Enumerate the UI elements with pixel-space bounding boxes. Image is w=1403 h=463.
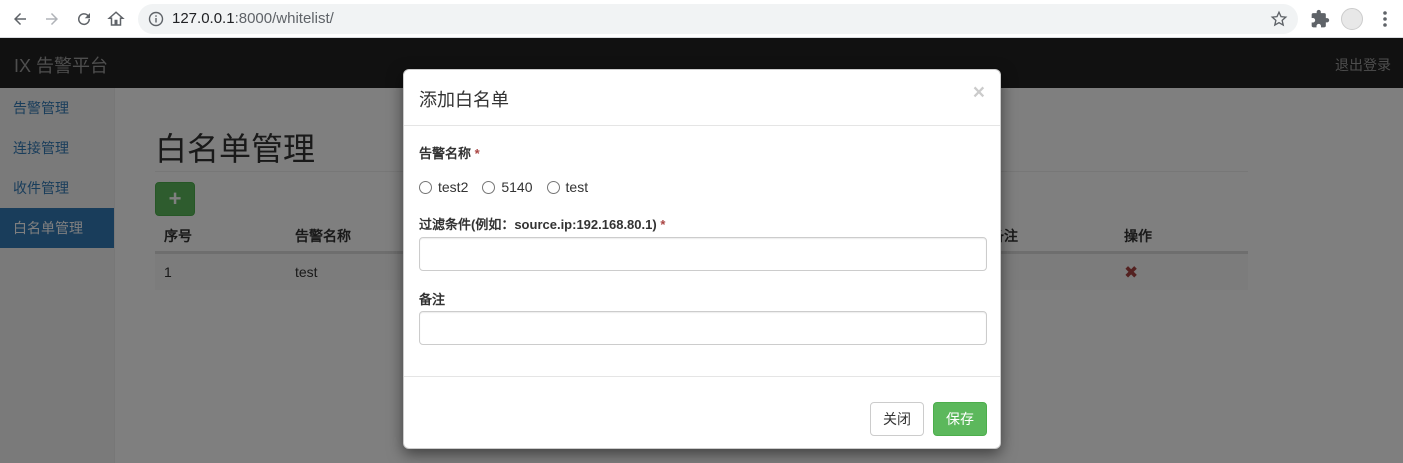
info-icon[interactable]	[148, 11, 164, 27]
forward-icon[interactable]	[40, 7, 64, 31]
modal-header: 添加白名单 ×	[404, 70, 1000, 126]
url-text: 127.0.0.1:8000/whitelist/	[172, 10, 334, 27]
save-button[interactable]: 保存	[933, 402, 987, 436]
radio-label-5140[interactable]: 5140	[501, 179, 532, 195]
filter-label: 过滤条件(例如：source.ip:192.168.80.1) *	[419, 217, 666, 232]
back-icon[interactable]	[8, 7, 32, 31]
remark-input[interactable]	[419, 311, 987, 345]
radio-test[interactable]	[546, 180, 560, 194]
menu-icon[interactable]	[1380, 9, 1390, 29]
alert-name-radio-group: test2 5140 test	[419, 179, 602, 195]
remark-label: 备注	[419, 292, 446, 307]
radio-label-test2[interactable]: test2	[438, 179, 468, 195]
home-icon[interactable]	[104, 7, 128, 31]
profile-avatar[interactable]	[1341, 8, 1363, 30]
required-mark: *	[474, 146, 480, 161]
radio-5140[interactable]	[482, 180, 496, 194]
radio-test2[interactable]	[419, 180, 432, 194]
close-icon[interactable]: ×	[973, 82, 985, 103]
modal-body: 告警名称 * test2 5140 test 过滤条件(例如：source.ip…	[404, 126, 1000, 376]
alert-name-label: 告警名称 *	[419, 146, 480, 161]
modal-title: 添加白名单	[419, 90, 509, 110]
extensions-icon[interactable]	[1310, 9, 1330, 29]
required-mark: *	[660, 217, 666, 232]
add-whitelist-modal: 添加白名单 × 告警名称 * test2 5140 test 过滤条件(例如：s…	[403, 69, 1001, 449]
browser-toolbar: 127.0.0.1:8000/whitelist/	[0, 0, 1403, 38]
star-icon[interactable]	[1270, 10, 1288, 28]
filter-input[interactable]	[419, 237, 987, 271]
reload-icon[interactable]	[72, 7, 96, 31]
close-button[interactable]: 关闭	[870, 402, 924, 436]
modal-footer: 关闭 保存	[404, 376, 1000, 450]
radio-label-test[interactable]: test	[566, 179, 589, 195]
address-bar[interactable]: 127.0.0.1:8000/whitelist/	[138, 4, 1298, 34]
